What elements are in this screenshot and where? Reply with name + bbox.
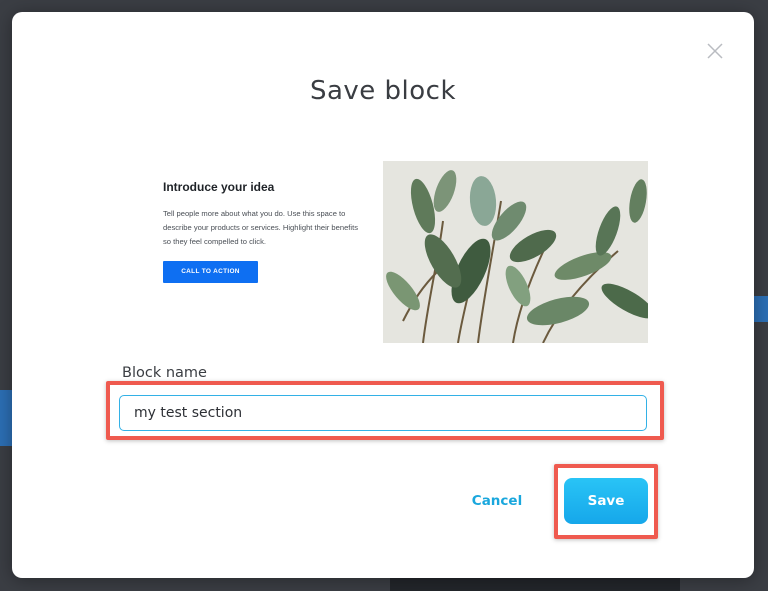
- save-button[interactable]: Save: [564, 478, 648, 524]
- preview-heading: Introduce your idea: [163, 180, 275, 194]
- close-icon: [707, 43, 723, 59]
- preview-body-text: Tell people more about what you do. Use …: [163, 209, 358, 246]
- plant-image: [383, 161, 648, 343]
- block-name-input[interactable]: [119, 395, 647, 431]
- modal-title: Save block: [309, 76, 457, 106]
- background-page-fragment: [0, 390, 12, 446]
- save-block-modal: Save block Introduce your idea Tell peop…: [12, 12, 754, 578]
- preview-cta-button: CALL TO ACTION: [163, 261, 258, 283]
- block-name-label: Block name: [122, 365, 207, 381]
- background-page-fragment: [390, 578, 680, 591]
- block-preview: Introduce your idea Tell people more abo…: [162, 161, 648, 343]
- cancel-button[interactable]: Cancel: [460, 489, 534, 513]
- close-button[interactable]: [706, 42, 724, 60]
- background-page-fragment: [754, 296, 768, 322]
